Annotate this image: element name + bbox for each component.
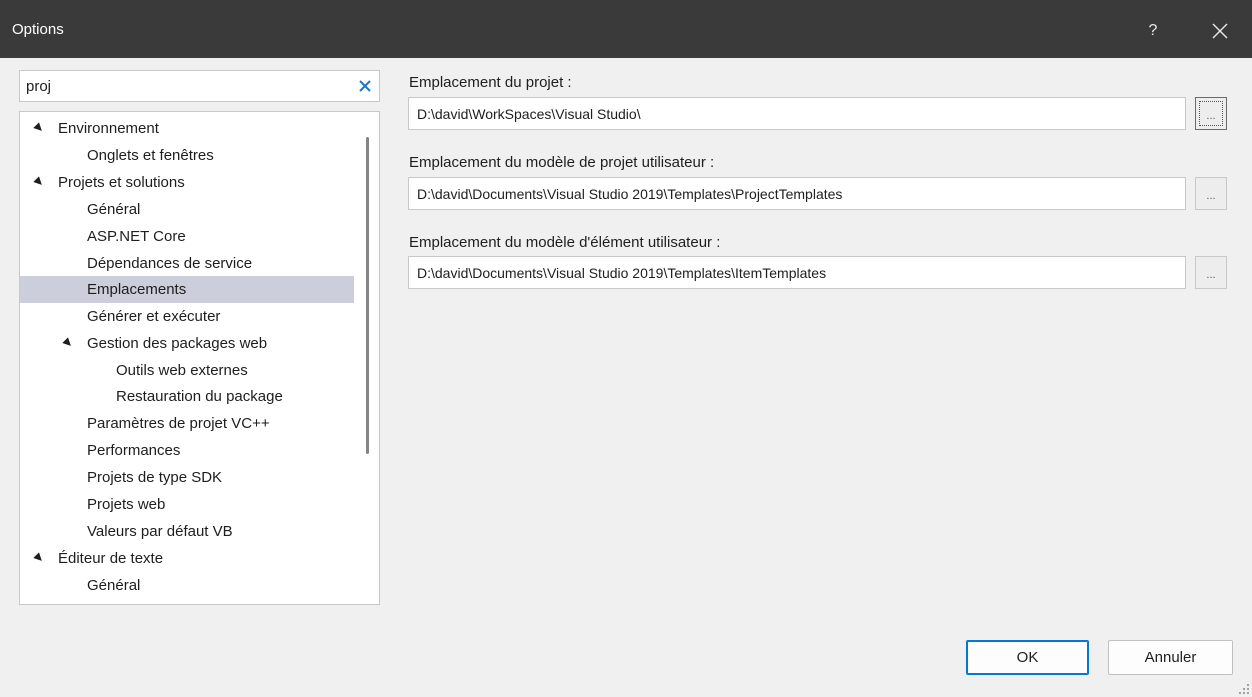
close-icon [1212,23,1228,39]
tree-item-projets-de-type-sdk[interactable]: Projets de type SDK [20,464,354,491]
tree-item-gestion-des-packages-web[interactable]: Gestion des packages web [20,330,354,357]
tree-item-label: Valeurs par défaut VB [87,523,233,540]
tree-item-label: Général [87,577,141,594]
tree-item-restauration-du-package[interactable]: Restauration du package [20,383,354,410]
tree-item-editeur-de-texte[interactable]: Éditeur de texte [20,545,354,572]
tree-item-projets-et-solutions[interactable]: Projets et solutions [20,169,354,196]
project-location-field[interactable] [408,97,1186,130]
tree-item-onglets-et-fenetres[interactable]: Onglets et fenêtres [20,142,354,169]
tree-item-label: Éditeur de texte [58,550,164,567]
project-location-browse-button[interactable]: ... [1195,97,1227,130]
cancel-button[interactable]: Annuler [1108,640,1233,675]
tree-item-label: Onglets et fenêtres [87,147,214,164]
expanded-triangle-icon[interactable] [33,176,45,188]
tree-item-parametres-de-projet-vc[interactable]: Paramètres de projet VC++ [20,410,354,437]
tree-item-general[interactable]: Général [20,196,354,223]
tree-item-label: Général [87,201,141,218]
search-box [19,70,380,102]
expanded-triangle-icon[interactable] [33,552,45,564]
tree-item-label: Paramètres de projet VC++ [87,415,270,432]
search-input[interactable] [26,76,346,96]
clear-search-icon[interactable] [357,78,373,94]
title-bar: Options ? [0,0,1252,58]
tree-item-label: Projets de type SDK [87,469,223,486]
tree-item-performances[interactable]: Performances [20,437,354,464]
resize-grip-icon[interactable] [1238,683,1250,695]
project-template-location-label: Emplacement du modèle de projet utilisat… [409,154,715,171]
project-template-location-field[interactable] [408,177,1186,210]
expanded-triangle-icon[interactable] [33,122,45,134]
tree-item-label: Projets web [87,496,166,513]
help-button[interactable]: ? [1138,16,1168,46]
ok-button[interactable]: OK [966,640,1089,675]
tree-item-label: Emplacements [87,281,187,298]
tree-item-emplacements[interactable]: Emplacements [20,276,354,303]
tree-item-editeur-general[interactable]: Général [20,572,354,599]
tree-item-label: Restauration du package [116,388,283,405]
tree-item-label: ASP.NET Core [87,228,186,245]
tree-item-generer-et-executer[interactable]: Générer et exécuter [20,303,354,330]
close-button[interactable] [1203,14,1237,48]
tree-scrollbar[interactable] [366,137,369,454]
item-template-location-field[interactable] [408,256,1186,289]
tree-item-label: Environnement [58,120,159,137]
tree-item-outils-web-externes[interactable]: Outils web externes [20,357,354,384]
item-template-location-label: Emplacement du modèle d'élément utilisat… [409,234,721,251]
tree-item-asp-net-core[interactable]: ASP.NET Core [20,223,354,250]
tree-item-dependances-de-service[interactable]: Dépendances de service [20,250,354,277]
tree-item-projets-web[interactable]: Projets web [20,491,354,518]
tree-item-label: Projets et solutions [58,174,185,191]
expanded-triangle-icon[interactable] [62,337,74,349]
tree-item-environnement[interactable]: Environnement [20,115,354,142]
tree-item-label: Dépendances de service [87,255,253,272]
project-location-label: Emplacement du projet : [409,74,572,91]
tree-item-label: Performances [87,442,181,459]
project-template-location-browse-button[interactable]: ... [1195,177,1227,210]
item-template-location-browse-button[interactable]: ... [1195,256,1227,289]
options-tree: Environnement Onglets et fenêtres Projet… [19,111,380,605]
tree-item-valeurs-par-defaut-vb[interactable]: Valeurs par défaut VB [20,518,354,545]
window-title: Options [12,21,64,38]
tree-item-label: Gestion des packages web [87,335,268,352]
tree-item-label: Générer et exécuter [87,308,221,325]
tree-item-label: Outils web externes [116,362,248,379]
